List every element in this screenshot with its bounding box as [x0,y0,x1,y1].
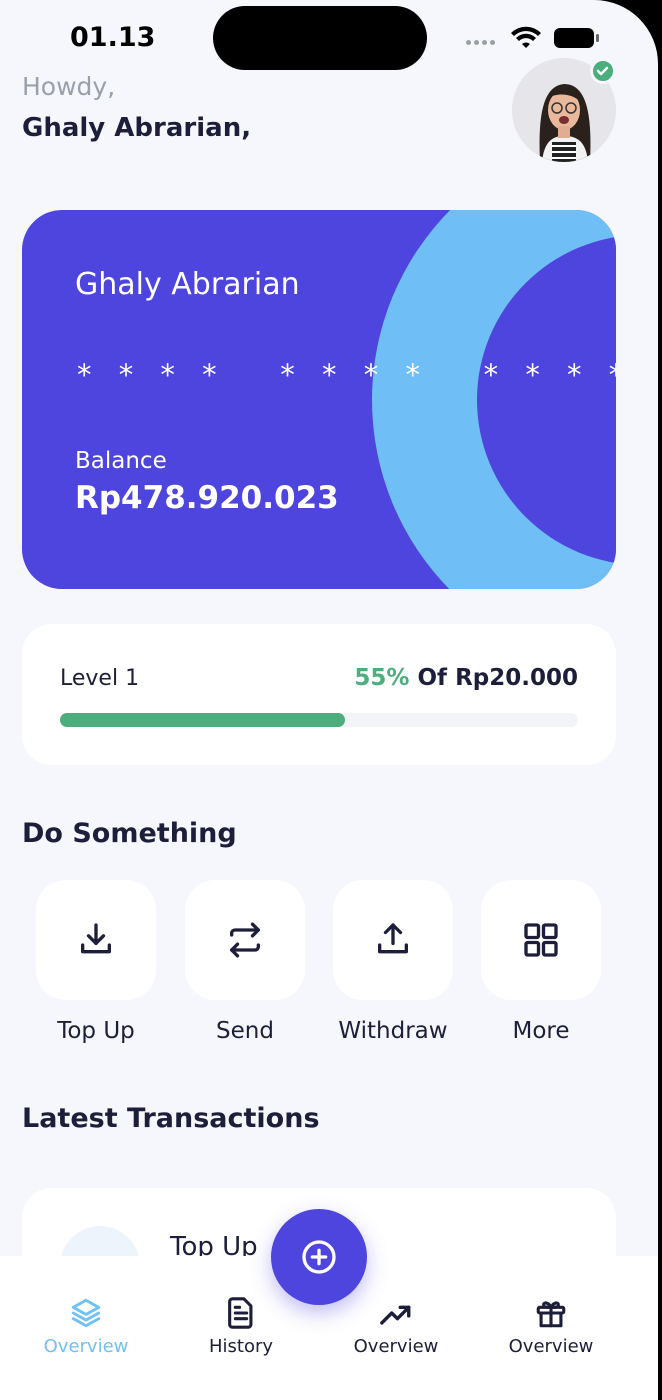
phone-screen: 01.13 Howdy, Ghaly Abrarian, Ghaly Abrar… [0,0,658,1400]
withdraw-label: Withdraw [338,1018,448,1044]
top-up-label: Top Up [57,1018,135,1044]
level-progress-fill [60,713,345,727]
online-check-icon [590,58,616,84]
balance-label: Balance [75,448,167,474]
plus-circle-icon [302,1240,336,1274]
send-label: Send [216,1018,274,1044]
nav-stats[interactable]: Overview [331,1296,461,1357]
nav-rewards[interactable]: Overview [486,1296,616,1357]
gift-icon [536,1301,566,1328]
greeting-text: Howdy, [22,72,116,101]
document-icon [228,1297,253,1329]
top-up-button[interactable]: Top Up [36,880,156,1044]
send-tile[interactable] [185,880,305,1000]
add-button[interactable] [271,1209,367,1305]
level-progress-bar [60,713,578,727]
level-target: 55% Of Rp20.000 [354,665,578,691]
transactions-title: Latest Transactions [22,1103,320,1134]
upload-icon [378,923,408,954]
balance-value: Rp478.920.023 [75,480,339,516]
level-label: Level 1 [60,666,140,691]
nav-stats-label: Overview [353,1336,439,1357]
card-holder-name: Ghaly Abrarian [75,267,300,302]
status-time: 01.13 [70,22,156,53]
user-name: Ghaly Abrarian, [22,113,252,143]
balance-card[interactable]: Ghaly Abrarian * * * * * * * * * * * * 3… [22,210,616,589]
nav-history-label: History [208,1336,274,1357]
transfer-icon [230,922,260,958]
send-button[interactable]: Send [185,880,305,1044]
nav-rewards-label: Overview [508,1336,594,1357]
more-button[interactable]: More [481,880,601,1044]
more-tile[interactable] [481,880,601,1000]
top-up-tile[interactable] [36,880,156,1000]
nav-history[interactable]: History [176,1296,306,1357]
withdraw-button[interactable]: Withdraw [333,880,453,1044]
card-number: * * * * * * * * * * * * 3 0 0 1 [77,358,616,392]
actions-title: Do Something [22,818,237,849]
more-label: More [512,1018,570,1044]
signal-icon [466,40,495,45]
level-card[interactable]: Level 1 55% Of Rp20.000 [22,624,616,765]
withdraw-tile[interactable] [333,880,453,1000]
layers-icon [71,1298,101,1328]
nav-overview[interactable]: Overview [21,1296,151,1357]
grid-icon [524,923,558,957]
wifi-icon [511,26,541,48]
level-goal: Of Rp20.000 [417,665,579,691]
trending-up-icon [380,1305,411,1325]
download-icon [81,923,112,954]
battery-icon [554,28,599,48]
dynamic-island [213,6,427,70]
level-percent: 55% [354,665,410,691]
nav-overview-label: Overview [43,1336,129,1357]
